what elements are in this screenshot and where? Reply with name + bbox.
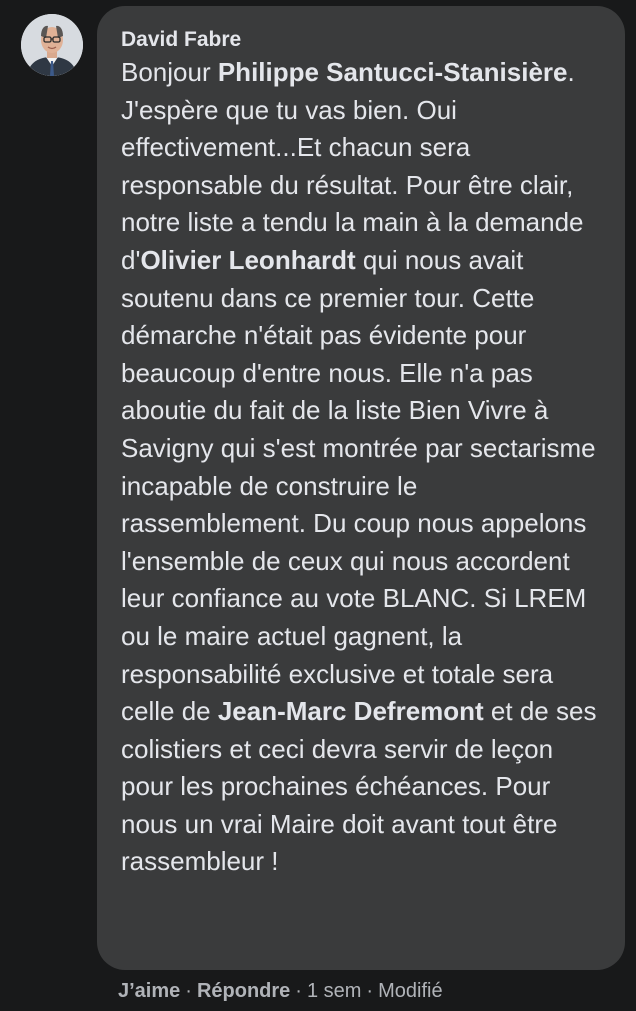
profile-photo-icon	[21, 14, 83, 76]
comment-author-link[interactable]: David Fabre	[121, 27, 607, 53]
comment-timestamp[interactable]: 1 sem	[307, 980, 361, 1002]
comment-text: Bonjour Philippe Santucci-Stanisière. J'…	[121, 54, 607, 881]
comment-text-segment: . J'espère que tu vas bien. Oui effectiv…	[121, 57, 584, 275]
like-button[interactable]: J’aime	[118, 980, 180, 1002]
mention-link[interactable]: Philippe Santucci-Stanisière	[218, 57, 568, 87]
author-avatar[interactable]	[21, 14, 83, 76]
comment-text-segment: Bonjour	[121, 57, 218, 87]
comment-bubble: David Fabre Bonjour Philippe Santucci-St…	[97, 6, 625, 970]
edited-label[interactable]: Modifié	[378, 980, 442, 1002]
reply-button[interactable]: Répondre	[197, 980, 290, 1002]
separator: ·	[295, 980, 302, 1002]
comment: David Fabre Bonjour Philippe Santucci-St…	[0, 0, 636, 1011]
comment-text-segment: qui nous avait soutenu dans ce premier t…	[121, 244, 596, 727]
comment-actions: J’aime · Répondre · 1 sem · Modifié	[118, 978, 443, 1004]
mention-link[interactable]: Jean-Marc Defremont	[218, 696, 484, 726]
separator: ·	[366, 980, 374, 1002]
separator: ·	[185, 980, 192, 1002]
mention-link[interactable]: Olivier Leonhardt	[140, 245, 355, 275]
